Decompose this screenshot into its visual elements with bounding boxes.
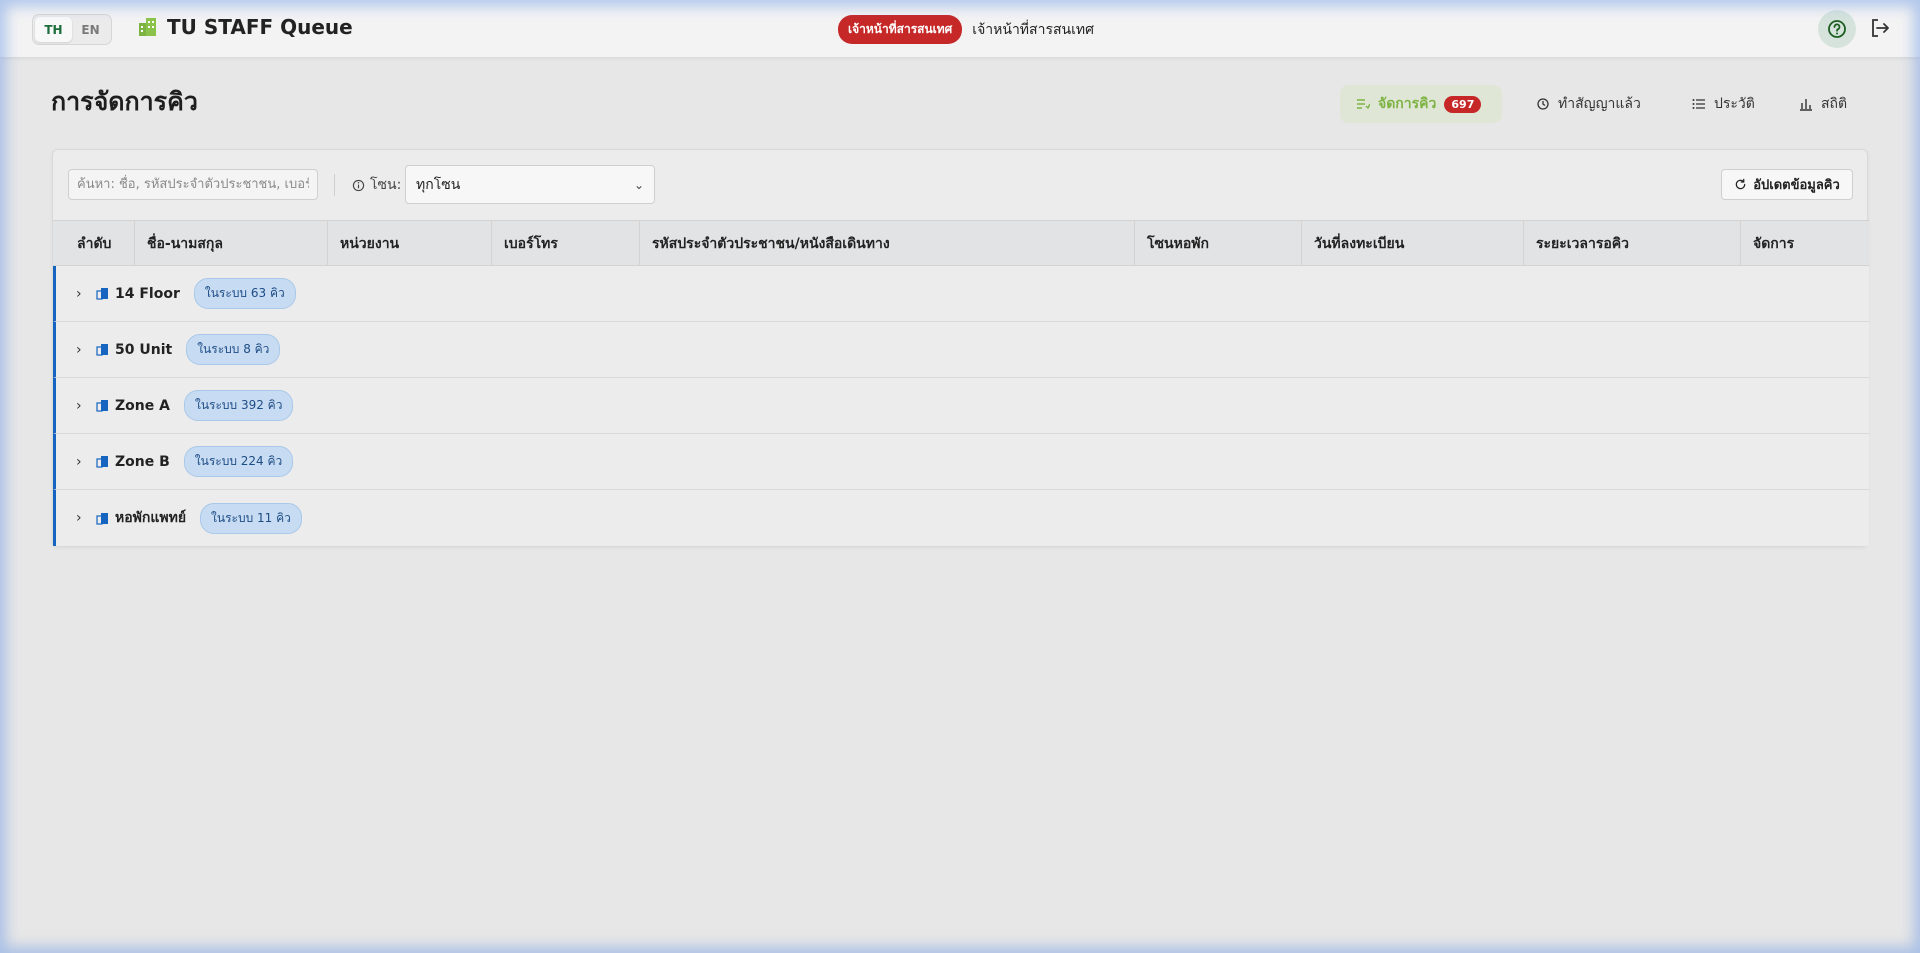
queue-count-chip: ในระบบ 224 คิว bbox=[183, 446, 294, 477]
tab-manage-queue[interactable]: จัดการคิว 697 bbox=[1340, 85, 1502, 123]
divider bbox=[334, 174, 335, 196]
help-button[interactable] bbox=[1818, 10, 1856, 48]
zone-group-row[interactable]: › 50 Unit ในระบบ 8 คิว bbox=[53, 322, 1869, 378]
role-name: เจ้าหน้าที่สารสนเทศ bbox=[972, 21, 1094, 38]
tab-history[interactable]: ประวัติ bbox=[1676, 85, 1771, 123]
zone-group-row[interactable]: › 14 Floor ในระบบ 63 คิว bbox=[53, 266, 1869, 322]
tab-label: สถิติ bbox=[1821, 96, 1848, 112]
building-icon bbox=[96, 400, 108, 412]
lang-th-button[interactable]: TH bbox=[35, 17, 72, 42]
chevron-right-icon[interactable]: › bbox=[76, 454, 90, 470]
tab-statistics[interactable]: สถิติ bbox=[1783, 85, 1863, 123]
column-header[interactable]: รหัสประจำตัวประชาชน/หนังสือเดินทาง bbox=[640, 221, 1135, 267]
chevron-right-icon[interactable]: › bbox=[76, 286, 90, 302]
chevron-right-icon[interactable]: › bbox=[76, 342, 90, 358]
column-header[interactable]: โซนหอพัก bbox=[1135, 221, 1302, 267]
refresh-queue-button[interactable]: อัปเดตข้อมูลคิว bbox=[1721, 169, 1853, 200]
zone-group-row[interactable]: › หอพักแพทย์ ในระบบ 11 คิว bbox=[53, 490, 1869, 546]
column-header[interactable]: ระยะเวลารอคิว bbox=[1524, 221, 1741, 267]
column-header[interactable]: จัดการ bbox=[1741, 221, 1869, 267]
zone-group-row[interactable]: › Zone A ในระบบ 392 คิว bbox=[53, 378, 1869, 434]
zone-group-row[interactable]: › Zone B ในระบบ 224 คิว bbox=[53, 434, 1869, 490]
building-icon bbox=[96, 512, 108, 525]
queue-count-chip: ในระบบ 63 คิว bbox=[193, 278, 296, 309]
filter-bar: โซน: ทุกโซน ⌄ อัปเดตข้อมูลคิว bbox=[53, 150, 1867, 220]
zone-label-text: โซน: bbox=[370, 177, 402, 193]
tab-contracted[interactable]: ทำสัญญาแล้ว bbox=[1520, 85, 1657, 123]
group-name: หอพักแพทย์ bbox=[115, 510, 187, 526]
tab-label: ทำสัญญาแล้ว bbox=[1558, 96, 1641, 112]
group-name: 14 Floor bbox=[115, 285, 180, 302]
queue-list-icon bbox=[1357, 99, 1370, 110]
tab-label: ประวัติ bbox=[1714, 96, 1755, 112]
language-toggle: TH EN bbox=[32, 14, 112, 45]
queue-count-chip: ในระบบ 392 คิว bbox=[183, 390, 294, 421]
queue-count-badge: 697 bbox=[1444, 95, 1482, 113]
help-circle-icon bbox=[1828, 20, 1846, 38]
building-icon bbox=[96, 288, 108, 300]
zone-filter-label: โซน: bbox=[352, 174, 401, 196]
bar-chart-icon bbox=[1800, 99, 1812, 111]
user-role: เจ้าหน้าที่สารสนเทศ เจ้าหน้าที่สารสนเทศ bbox=[838, 15, 1094, 44]
column-header[interactable]: ลำดับ bbox=[53, 221, 135, 267]
role-badge: เจ้าหน้าที่สารสนเทศ bbox=[838, 15, 963, 44]
zone-select-value: ทุกโซน bbox=[416, 176, 461, 193]
info-icon bbox=[352, 179, 365, 191]
brand[interactable]: TU STAFF Queue bbox=[137, 15, 353, 39]
chevron-down-icon: ⌄ bbox=[633, 177, 644, 192]
table-header: ลำดับ ชื่อ-นามสกุล หน่วยงาน เบอร์โทร รหั… bbox=[53, 220, 1869, 267]
building-logo-icon bbox=[139, 18, 156, 36]
group-name: Zone B bbox=[115, 453, 170, 470]
zone-select[interactable]: ทุกโซน ⌄ bbox=[405, 165, 655, 204]
building-icon bbox=[96, 456, 108, 468]
queue-card: โซน: ทุกโซน ⌄ อัปเดตข้อมูลคิว ลำดับ ชื่อ… bbox=[52, 149, 1869, 547]
queue-count-chip: ในระบบ 11 คิว bbox=[200, 502, 302, 534]
refresh-icon bbox=[1735, 178, 1746, 190]
column-header[interactable]: ชื่อ-นามสกุล bbox=[135, 221, 328, 267]
app-title: TU STAFF Queue bbox=[167, 15, 353, 39]
chevron-right-icon[interactable]: › bbox=[76, 398, 90, 414]
group-name: 50 Unit bbox=[115, 341, 173, 358]
nav-tabs: จัดการคิว 697 ทำสัญญาแล้ว ประวัติ สถิติ bbox=[0, 85, 1920, 123]
column-header[interactable]: หน่วยงาน bbox=[328, 221, 492, 267]
chevron-right-icon[interactable]: › bbox=[76, 510, 90, 526]
top-bar: TH EN TU STAFF Queue เจ้าหน้าที่สารสนเทศ… bbox=[0, 0, 1920, 58]
search-input[interactable] bbox=[68, 169, 318, 200]
tab-label: จัดการคิว bbox=[1378, 96, 1437, 112]
group-name: Zone A bbox=[115, 397, 170, 414]
lang-en-button[interactable]: EN bbox=[72, 17, 109, 42]
history-icon bbox=[1537, 98, 1549, 110]
refresh-label: อัปเดตข้อมูลคิว bbox=[1753, 178, 1840, 193]
column-header[interactable]: เบอร์โทร bbox=[492, 221, 640, 267]
list-icon bbox=[1692, 99, 1705, 109]
queue-count-chip: ในระบบ 8 คิว bbox=[186, 334, 281, 365]
building-icon bbox=[96, 344, 108, 356]
column-header[interactable]: วันที่ลงทะเบียน bbox=[1302, 221, 1524, 267]
logout-icon[interactable] bbox=[1868, 16, 1892, 40]
